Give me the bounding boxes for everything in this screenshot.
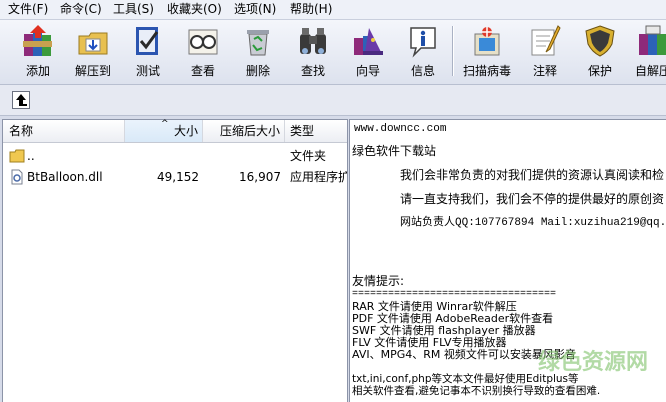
comment-pen-icon	[531, 25, 561, 56]
file-name: ..	[27, 149, 35, 163]
file-packed-size: 16,907	[239, 170, 281, 184]
extract-button[interactable]: 解压到	[68, 22, 118, 80]
menu-help[interactable]: 帮助(H)	[288, 2, 334, 17]
preview-site-name: 绿色软件下载站	[352, 144, 437, 158]
preview-line-2: 请一直支持我们，我们会不停的提供最好的原创资	[400, 192, 665, 206]
preview-tail-2: 相关软件查看,避免记事本不识别换行导致的查看困难.	[352, 385, 601, 397]
file-name: BtBalloon.dll	[27, 170, 103, 184]
file-row-btballoon[interactable]: BtBalloon.dll 49,152 16,907 应用程序扩	[3, 167, 347, 187]
file-size	[125, 146, 199, 166]
column-size[interactable]: ^ 大小	[125, 119, 203, 142]
up-arrow-icon	[16, 94, 27, 106]
file-list-header: 名称 ^ 大小 压缩后大小 类型	[3, 119, 347, 143]
checklist-icon	[136, 27, 159, 55]
sfx-label: 自解压	[634, 64, 666, 78]
column-size-label: 大小	[173, 124, 198, 138]
menu-favorites[interactable]: 收藏夹(O)	[165, 2, 224, 17]
info-button[interactable]: 信息	[398, 22, 448, 80]
menu-command[interactable]: 命令(C)	[58, 2, 104, 17]
file-type: 文件夹	[290, 149, 327, 163]
preview-contact: 网站负责人QQ:107767894 Mail:xuzihua219@qq.c	[400, 217, 666, 229]
self-extract-icon	[639, 25, 666, 55]
column-name[interactable]: 名称	[3, 120, 125, 142]
menu-tools[interactable]: 工具(S)	[111, 2, 156, 17]
file-row-parent[interactable]: .. 文件夹	[3, 146, 347, 166]
add-button[interactable]: 添加	[13, 22, 63, 80]
delete-button[interactable]: 删除	[233, 22, 283, 80]
watermark-logo: 绿色资源网	[538, 350, 649, 375]
recycle-bin-icon	[247, 30, 269, 56]
wizard-label: 向导	[355, 64, 380, 78]
file-packed-size	[203, 146, 281, 166]
scan-virus-label: 扫描病毒	[462, 64, 511, 78]
comment-label: 注释	[532, 64, 557, 78]
delete-label: 删除	[245, 64, 270, 78]
comment-button[interactable]: 注释	[520, 22, 570, 80]
glasses-book-icon	[188, 29, 218, 55]
shield-icon	[585, 25, 615, 57]
file-size: 49,152	[157, 170, 199, 184]
sfx-button[interactable]: 自解压	[628, 22, 666, 80]
preview-url: www.downcc.com	[354, 123, 447, 135]
column-type[interactable]: 类型	[285, 120, 347, 142]
extract-label: 解压到	[74, 64, 111, 78]
column-packed[interactable]: 压缩后大小	[203, 120, 285, 142]
toolbar: 添加 解压到 测试 查看 删除 查找 向导 信息 扫描病毒 注释 保护 自解压	[0, 20, 666, 85]
binoculars-icon	[300, 28, 326, 54]
wizard-hat-icon	[354, 28, 383, 55]
file-list: 名称 ^ 大小 压缩后大小 类型 .. 文件夹 BtBalloon.dll 49…	[2, 119, 348, 402]
preview-friendly-tip: 友情提示:	[352, 274, 405, 288]
menu-bar: 文件(F) 命令(C) 工具(S) 收藏夹(O) 选项(N) 帮助(H)	[0, 0, 666, 20]
folder-icon	[9, 149, 25, 163]
find-button[interactable]: 查找	[288, 22, 338, 80]
menu-file[interactable]: 文件(F)	[6, 2, 50, 17]
view-label: 查看	[190, 64, 215, 78]
test-label: 测试	[135, 64, 160, 78]
address-bar	[0, 85, 666, 116]
toolbar-separator	[452, 26, 454, 76]
scan-virus-button[interactable]: 扫描病毒	[462, 22, 512, 80]
find-label: 查找	[300, 64, 325, 78]
test-button[interactable]: 测试	[123, 22, 173, 80]
sort-ascending-icon: ^	[161, 119, 169, 129]
dll-file-icon	[11, 169, 23, 185]
info-label: 信息	[410, 64, 435, 78]
extract-folder-icon	[78, 32, 108, 55]
menu-options[interactable]: 选项(N)	[232, 2, 278, 17]
preview-line-1: 我们会非常负责的对我们提供的资源认真阅读和检	[400, 168, 665, 182]
up-folder-button[interactable]	[12, 91, 30, 109]
virus-scan-icon	[474, 27, 500, 56]
archive-books-icon	[23, 25, 52, 56]
protect-button[interactable]: 保护	[575, 22, 625, 80]
add-label: 添加	[25, 64, 50, 78]
file-type: 应用程序扩	[290, 170, 347, 184]
wizard-button[interactable]: 向导	[343, 22, 393, 80]
info-bubble-icon	[410, 27, 436, 58]
view-button[interactable]: 查看	[178, 22, 228, 80]
